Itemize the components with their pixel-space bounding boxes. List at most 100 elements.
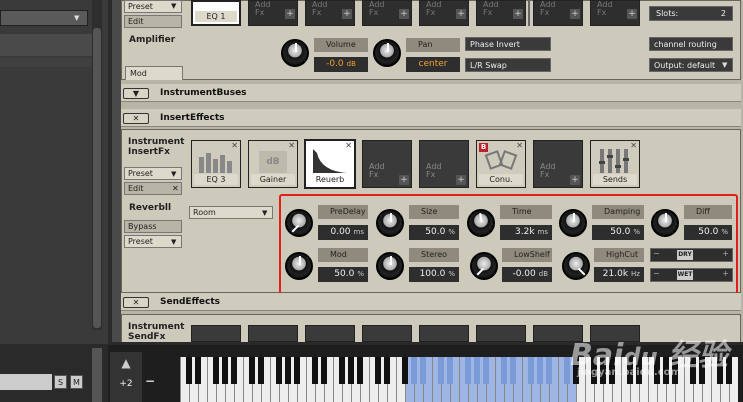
fx-slot-empty[interactable]: Add Fx +	[533, 140, 583, 188]
black-key[interactable]	[348, 357, 354, 384]
send-slot[interactable]	[362, 325, 412, 342]
send-slot[interactable]	[191, 325, 241, 342]
transpose-box[interactable]: ▲ +2	[110, 352, 142, 402]
fx-slot-empty[interactable]: Add Fx +	[248, 0, 298, 26]
left-list-row[interactable]	[0, 34, 100, 56]
send-slot[interactable]	[476, 325, 526, 342]
fx-slot-eq3[interactable]: ✕ EQ 3	[191, 140, 241, 188]
lr-swap-button[interactable]: L/R Swap	[465, 58, 551, 72]
fx-slot-empty[interactable]: Add Fx +	[476, 0, 526, 26]
slots-counter[interactable]: Slots: 2	[649, 6, 733, 21]
fx-slot-convolution[interactable]: B ✕ Conu.	[476, 140, 526, 188]
black-key[interactable]	[474, 357, 480, 384]
close-icon[interactable]: ✕	[172, 184, 179, 193]
phase-invert-button[interactable]: Phase Invert	[465, 37, 551, 51]
black-key[interactable]	[339, 357, 345, 384]
black-key[interactable]	[357, 357, 363, 384]
black-key[interactable]	[384, 357, 390, 384]
black-key[interactable]	[231, 357, 237, 384]
fx-slot-empty[interactable]: Add Fx +	[419, 140, 469, 188]
collapse-button[interactable]: ✕	[123, 113, 149, 124]
black-key[interactable]	[501, 357, 507, 384]
fx-slot-eq1[interactable]: EQ 1	[191, 0, 241, 26]
expand-button[interactable]: ▼	[123, 88, 149, 99]
fx-slot-gainer[interactable]: dB ✕ Gainer	[248, 140, 298, 188]
black-key[interactable]	[420, 357, 426, 384]
send-slot[interactable]	[419, 325, 469, 342]
black-key[interactable]	[438, 357, 444, 384]
pan-knob[interactable]	[373, 39, 401, 67]
plus-icon[interactable]: +	[399, 175, 409, 185]
send-slot[interactable]	[305, 325, 355, 342]
collapse-button[interactable]: ✕	[123, 297, 149, 308]
fx-slot-reverb[interactable]: ✕ Reuerb	[304, 139, 356, 189]
black-key[interactable]	[276, 357, 282, 384]
fx-slot-empty[interactable]: Add Fx +	[590, 0, 640, 26]
send-slot[interactable]	[248, 325, 298, 342]
black-key[interactable]	[402, 357, 408, 384]
fx-slot-empty[interactable]: Add Fx +	[305, 0, 355, 26]
slot-divider	[528, 0, 530, 26]
solo-button[interactable]: S	[54, 375, 67, 389]
black-key[interactable]	[411, 357, 417, 384]
output-select[interactable]: Output: default	[649, 58, 733, 72]
fx-slot-empty[interactable]: Add Fx +	[419, 0, 469, 26]
close-icon[interactable]: ✕	[288, 141, 295, 150]
bottom-scrollbar[interactable]	[92, 348, 102, 402]
black-key[interactable]	[294, 357, 300, 384]
fx-slot-empty[interactable]: Add Fx +	[533, 0, 583, 26]
plus-icon[interactable]: +	[513, 9, 523, 19]
mute-button[interactable]: M	[70, 375, 83, 389]
black-key[interactable]	[546, 357, 552, 384]
room-select[interactable]: Room	[189, 206, 273, 219]
close-icon[interactable]: ✕	[516, 141, 523, 150]
black-key[interactable]	[195, 357, 201, 384]
mod-tab[interactable]: Mod	[125, 66, 183, 80]
volume-value[interactable]: -0.0 dB	[314, 57, 368, 72]
volume-knob[interactable]	[281, 39, 309, 67]
reverb-icon	[313, 149, 347, 173]
plus-icon[interactable]: +	[285, 9, 295, 19]
black-key[interactable]	[321, 357, 327, 384]
black-key[interactable]	[447, 357, 453, 384]
black-key[interactable]	[213, 357, 219, 384]
pan-value[interactable]: center	[406, 57, 460, 72]
plus-icon[interactable]: +	[570, 9, 580, 19]
plus-icon[interactable]: +	[627, 9, 637, 19]
black-key[interactable]	[312, 357, 318, 384]
plus-icon[interactable]: +	[456, 9, 466, 19]
left-list-row[interactable]	[0, 58, 100, 67]
fx-slot-sends[interactable]: ✕ Sends	[590, 140, 640, 188]
track-name-field[interactable]	[0, 374, 52, 390]
black-key[interactable]	[528, 357, 534, 384]
close-icon[interactable]: ✕	[231, 141, 238, 150]
black-key[interactable]	[258, 357, 264, 384]
black-key[interactable]	[537, 357, 543, 384]
black-key[interactable]	[510, 357, 516, 384]
bypass-button[interactable]: Bypass	[124, 220, 182, 233]
fx-slot-name: EQ 3	[194, 174, 238, 185]
fx-slot-name: Conu.	[479, 174, 523, 185]
transpose-value: +2	[119, 379, 133, 389]
main-left-border	[112, 0, 121, 342]
black-key[interactable]	[222, 357, 228, 384]
top-edit-button[interactable]: Edit	[124, 15, 182, 28]
channel-routing-button[interactable]: channel routing	[649, 37, 733, 51]
plus-icon[interactable]: +	[456, 175, 466, 185]
plus-icon[interactable]: +	[342, 9, 352, 19]
plus-icon[interactable]: +	[570, 175, 580, 185]
fx-slot-empty[interactable]: Add Fx +	[362, 0, 412, 26]
black-key[interactable]	[285, 357, 291, 384]
black-key[interactable]	[465, 357, 471, 384]
black-key[interactable]	[249, 357, 255, 384]
black-key[interactable]	[186, 357, 192, 384]
black-key[interactable]	[483, 357, 489, 384]
octave-minus-button[interactable]: −	[145, 374, 155, 388]
left-scroll-thumb[interactable]	[93, 28, 101, 328]
up-arrow-icon[interactable]: ▲	[110, 356, 142, 376]
black-key[interactable]	[375, 357, 381, 384]
fx-slot-empty[interactable]: Add Fx +	[362, 140, 412, 188]
close-icon[interactable]: ✕	[345, 141, 352, 150]
plus-icon[interactable]: +	[399, 9, 409, 19]
close-icon[interactable]: ✕	[630, 141, 637, 150]
